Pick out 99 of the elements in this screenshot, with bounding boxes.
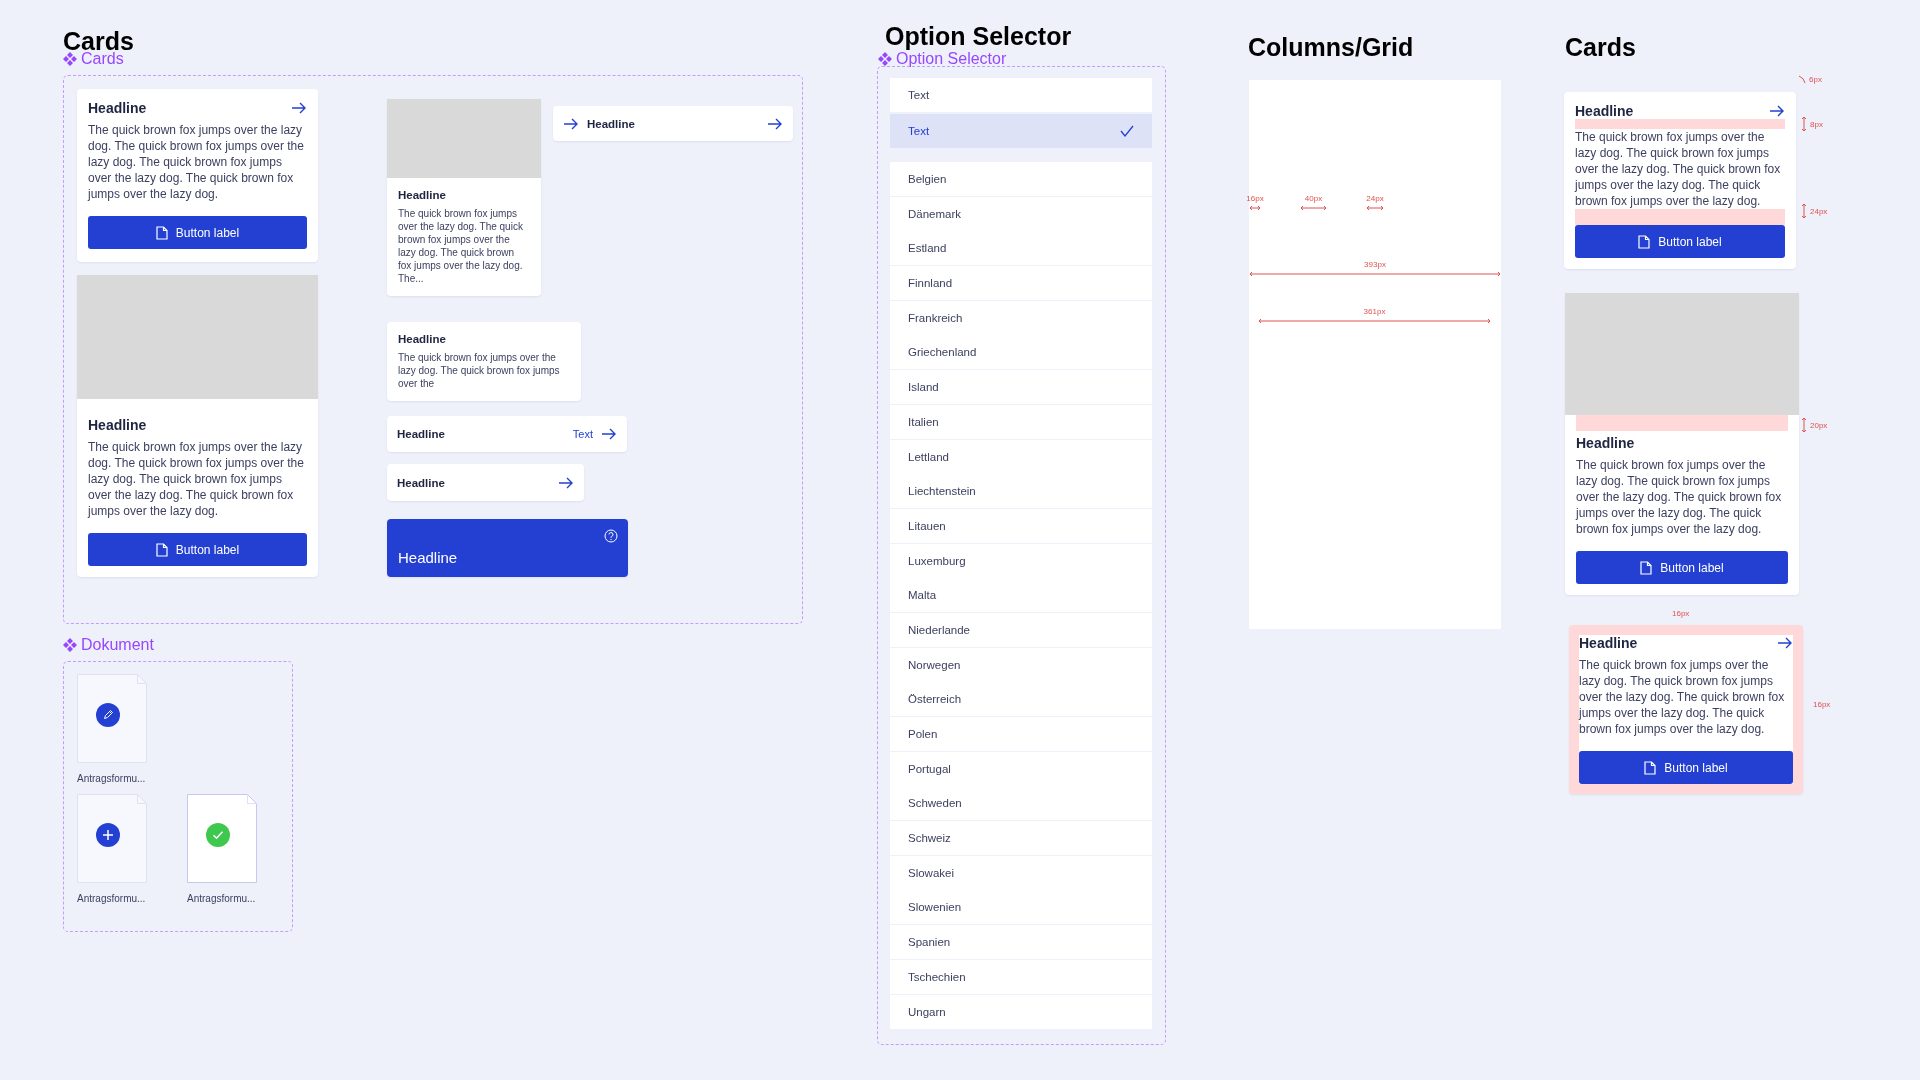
document-label: Antragsformu... [77, 893, 147, 904]
list-item[interactable]: Norwegen [890, 647, 1152, 682]
dimension-label: 24px [1366, 194, 1384, 203]
card-text: The quick brown fox jumps over the lazy dog. The quick brown fox jumps over the lazy dog. The quick brown fox jumps over the lazy dog. The quick brown fox jumps over the lazy dog. [88, 439, 305, 519]
dimension-label: 6px [1809, 74, 1822, 84]
list-item[interactable]: Griechenland [890, 335, 1152, 370]
page-title: Option Selector [885, 22, 1072, 51]
dimension-arrow [1249, 205, 1261, 211]
list-item[interactable]: Litauen [890, 508, 1152, 543]
primary-button[interactable]: Button label [1579, 751, 1793, 784]
list-item[interactable]: Italien [890, 404, 1152, 439]
file-icon [1638, 234, 1651, 249]
arrow-right-icon[interactable] [767, 117, 783, 130]
list-item[interactable]: Ungarn [890, 994, 1152, 1029]
file-icon [1640, 560, 1653, 575]
arrow-right-icon[interactable] [558, 476, 574, 489]
list-item[interactable]: Estland [890, 231, 1152, 266]
document-icon[interactable] [77, 794, 147, 883]
dimension-label: 16px [1813, 700, 1831, 709]
list-item[interactable]: Slowenien [890, 890, 1152, 925]
list-item[interactable]: Spanien [890, 925, 1152, 960]
text-link[interactable]: Text [572, 428, 593, 440]
radius-marker-icon [1798, 74, 1806, 84]
dimension-label: 16px [1246, 194, 1264, 203]
pencil-icon [96, 703, 120, 727]
card-headline: Headline [397, 428, 445, 440]
help-icon[interactable] [604, 529, 618, 543]
component-icon [63, 638, 77, 652]
arrow-right-icon[interactable] [563, 117, 579, 130]
document-label: Antragsformu... [187, 893, 257, 904]
card-headline: Headline [397, 476, 445, 489]
list-item[interactable]: Frankreich [890, 300, 1152, 335]
dimension-arrow [1300, 205, 1327, 211]
list-item[interactable]: Schweden [890, 786, 1152, 821]
list-item[interactable]: Portugal [890, 751, 1152, 786]
primary-button[interactable]: Button label [88, 533, 307, 566]
file-icon [155, 542, 168, 557]
dimension-label: 8px [1810, 119, 1823, 129]
primary-button[interactable]: Button label [88, 216, 307, 249]
card-headline: Headline [398, 189, 447, 201]
list-item[interactable]: Slowakei [890, 855, 1152, 890]
card-text: The quick brown fox jumps over the lazy dog. The quick brown fox jumps over the lazy dog. The quick brown fox jumps over the lazy dog. The quick brown fox jumps over the lazy dog. [1579, 657, 1786, 737]
option-item[interactable]: Text [890, 114, 1152, 148]
dimension-arrow [1801, 417, 1807, 433]
list-item[interactable]: Finnland [890, 266, 1152, 301]
component-label: Option Selector [896, 52, 1007, 66]
card-headline: Headline [398, 549, 459, 566]
list-item[interactable]: Dänemark [890, 196, 1152, 231]
card-text: The quick brown fox jumps over the lazy dog. The quick brown fox jumps over the lazy dog. The quick brown fox jumps over the lazy dog. The quick brown fox jumps over the lazy dog. [1575, 129, 1782, 209]
card-headline: Headline [398, 333, 447, 345]
check-icon [1120, 125, 1134, 137]
card-headline: Headline [88, 100, 147, 116]
list-item[interactable]: Island [890, 370, 1152, 405]
list-item[interactable]: Österreich [890, 682, 1152, 717]
dimension-label: 361px [1363, 307, 1386, 316]
arrow-right-icon[interactable] [601, 428, 617, 440]
list-item[interactable]: Schweiz [890, 821, 1152, 856]
primary-button[interactable]: Button label [1576, 551, 1788, 584]
dimension-label: 24px [1810, 206, 1828, 216]
dimension-arrow [1801, 116, 1807, 132]
list-item[interactable]: Belgien [890, 162, 1152, 196]
component-label: Dokument [81, 638, 154, 652]
list-item[interactable]: Tschechien [890, 959, 1152, 994]
list-item[interactable]: Lettland [890, 439, 1152, 474]
card-headline: Headline [1576, 435, 1636, 451]
file-icon [1644, 760, 1657, 775]
card-text: The quick brown fox jumps over the lazy dog. The quick brown fox jumps over the lazy dog. The quick brown fox jumps over the lazy dog. The quick brown fox jumps over the lazy dog. [88, 122, 305, 202]
component-icon [63, 52, 77, 66]
arrow-right-icon[interactable] [1777, 637, 1793, 649]
list-item[interactable]: Polen [890, 717, 1152, 751]
arrow-right-icon[interactable] [291, 102, 307, 114]
dimension-label: 20px [1810, 420, 1828, 430]
primary-button[interactable]: Button label [1575, 225, 1785, 258]
list-item[interactable]: Malta [890, 578, 1152, 613]
arrow-right-icon[interactable] [1769, 105, 1785, 117]
dimension-label: 393px [1364, 260, 1386, 269]
component-icon [878, 52, 892, 66]
card-text: The quick brown fox jumps over the lazy dog. The quick brown fox jumps over the [398, 351, 561, 390]
card-text: The quick brown fox jumps over the lazy dog. The quick brown fox jumps over the lazy dog. The quick brown fox jumps over the lazy dog. The quick brown fox jumps over the lazy dog. [1576, 457, 1783, 537]
plus-icon [96, 823, 120, 847]
list-item[interactable]: Luxemburg [890, 543, 1152, 578]
dimension-label: 40px [1304, 194, 1323, 203]
card-headline: Headline [1579, 635, 1638, 651]
page-title: Cards [1565, 33, 1636, 62]
dimension-arrow [1366, 205, 1384, 211]
file-icon [155, 225, 168, 240]
list-item[interactable]: Niederlande [890, 612, 1152, 647]
card-headline: Headline [1575, 103, 1634, 119]
card-headline: Headline [88, 417, 148, 433]
list-item[interactable]: Liechtenstein [890, 474, 1152, 509]
option-item[interactable]: Text [890, 78, 1152, 112]
card-text: The quick brown fox jumps over the lazy dog. The quick brown fox jumps over the lazy dog. The quick brown fox jumps over the lazy dog. The... [398, 207, 524, 285]
dimension-arrow [1801, 203, 1807, 219]
check-icon [206, 823, 230, 847]
card-headline: Headline [587, 117, 635, 130]
document-icon[interactable] [77, 674, 147, 763]
dimension-label: 16px [1672, 609, 1690, 618]
document-label: Antragsformu... [77, 773, 147, 784]
page-title: Columns/Grid [1248, 33, 1414, 62]
